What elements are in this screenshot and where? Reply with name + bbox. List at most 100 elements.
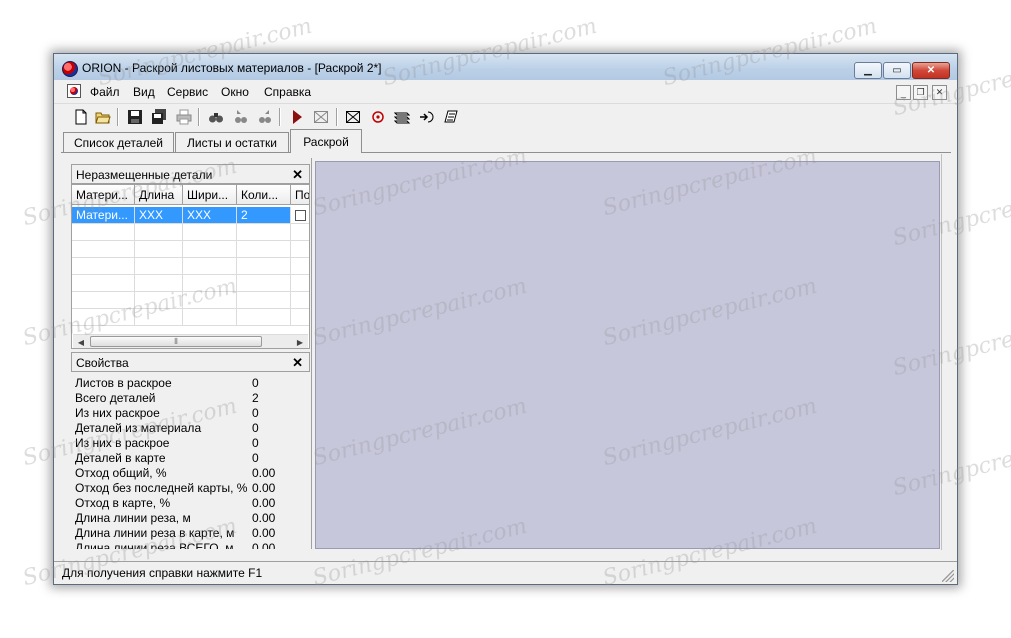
properties-title: Свойства — [76, 356, 129, 370]
property-value: 2 — [252, 391, 259, 405]
property-label: Всего деталей — [75, 391, 156, 405]
status-text: Для получения справки нажмите F1 — [62, 566, 263, 580]
menu-window[interactable]: Окно — [221, 85, 249, 99]
stop-box-icon[interactable] — [344, 108, 362, 126]
layers-icon[interactable] — [393, 108, 411, 126]
property-value: 0.00 — [252, 466, 276, 480]
column-header-rotate[interactable]: По — [291, 185, 309, 205]
property-label: Деталей в карте — [75, 451, 166, 465]
close-icon: ✕ — [935, 87, 944, 97]
cell-width[interactable]: XXX — [183, 207, 237, 224]
restore-icon: ❐ — [916, 87, 925, 97]
find-next-icon[interactable] — [256, 108, 274, 126]
property-value: 0 — [252, 376, 259, 390]
export-icon[interactable] — [417, 108, 435, 126]
close-icon[interactable]: ✕ — [292, 355, 303, 371]
table-row — [72, 309, 309, 326]
property-value: 0 — [252, 451, 259, 465]
app-window: ORION - Раскрой листовых материалов - [Р… — [53, 53, 958, 585]
print-icon[interactable] — [175, 108, 193, 126]
property-row: Отход в карте, % 0.00 — [75, 496, 310, 511]
table-header: Матери... Длина Шири... Коли... По — [72, 185, 309, 205]
minimize-icon: _ — [900, 87, 906, 98]
title-bar[interactable]: ORION - Раскрой листовых материалов - [Р… — [54, 54, 957, 80]
mdi-restore-button[interactable]: ❐ — [913, 85, 928, 100]
close-icon[interactable]: ✕ — [292, 167, 303, 183]
close-button[interactable]: ✕ — [912, 62, 950, 79]
minimize-button[interactable]: ▁ — [854, 62, 882, 79]
cell-rotate[interactable] — [291, 207, 309, 224]
find-prev-icon[interactable] — [232, 108, 250, 126]
property-value: 0.00 — [252, 541, 276, 549]
window-title: ORION - Раскрой листовых материалов - [Р… — [82, 61, 382, 75]
property-row: Длина линии реза в карте, м 0.00 — [75, 526, 310, 541]
maximize-button[interactable]: ▭ — [883, 62, 911, 79]
tab-cutting[interactable]: Раскрой — [290, 129, 362, 153]
menu-file[interactable]: Файл — [90, 85, 120, 99]
target-icon[interactable] — [369, 108, 387, 126]
column-header-length[interactable]: Длина — [135, 185, 183, 205]
find-icon[interactable] — [207, 108, 225, 126]
open-icon[interactable] — [94, 108, 112, 126]
scroll-left-icon[interactable]: ◀ — [75, 336, 87, 348]
menu-service[interactable]: Сервис — [167, 85, 208, 99]
table-row[interactable]: Матери... XXX XXX 2 — [72, 207, 309, 224]
restore-icon: ▭ — [892, 65, 902, 76]
save-all-icon[interactable] — [150, 108, 168, 126]
app-logo-icon — [62, 61, 78, 77]
scrollbar-thumb[interactable]: ⦀ — [90, 336, 262, 347]
property-label: Листов в раскрое — [75, 376, 172, 390]
scroll-right-icon[interactable]: ▶ — [294, 336, 306, 348]
toolbar — [54, 103, 957, 129]
property-row: Из них в раскрое 0 — [75, 436, 310, 451]
unplaced-parts-header: Неразмещенные детали ✕ — [71, 164, 310, 184]
property-value: 0.00 — [252, 511, 276, 525]
unplaced-parts-title: Неразмещенные детали — [76, 168, 213, 182]
run-icon[interactable] — [288, 108, 306, 126]
property-value: 0 — [252, 421, 259, 435]
property-value: 0 — [252, 406, 259, 420]
rotate-checkbox[interactable] — [295, 210, 306, 221]
column-header-material[interactable]: Матери... — [72, 185, 135, 205]
new-icon[interactable] — [72, 108, 90, 126]
mdi-close-button[interactable]: ✕ — [932, 85, 947, 100]
stack-icon[interactable] — [442, 108, 460, 126]
property-row: Длина линии реза ВСЕГО, м 0.00 — [75, 541, 310, 549]
close-icon: ✕ — [926, 65, 936, 76]
column-header-width[interactable]: Шири... — [183, 185, 237, 205]
resize-grip-icon[interactable] — [942, 570, 954, 582]
toolbar-separator — [117, 108, 119, 126]
table-row — [72, 275, 309, 292]
table-row — [72, 292, 309, 309]
unplaced-parts-table: Матери... Длина Шири... Коли... По Матер… — [71, 184, 310, 349]
cell-quantity[interactable]: 2 — [237, 207, 291, 224]
minimize-icon: ▁ — [864, 65, 872, 76]
property-label: Отход без последней карты, % — [75, 481, 248, 495]
table-row — [72, 258, 309, 275]
property-row: Листов в раскрое 0 — [75, 376, 310, 391]
column-header-quantity[interactable]: Коли... — [237, 185, 291, 205]
clear-icon[interactable] — [312, 108, 330, 126]
property-row: Отход без последней карты, % 0.00 — [75, 481, 310, 496]
save-icon[interactable] — [126, 108, 144, 126]
property-row: Из них раскрое 0 — [75, 406, 310, 421]
property-label: Из них раскрое — [75, 406, 160, 420]
tab-sheets-remnants[interactable]: Листы и остатки — [175, 132, 289, 152]
menu-help[interactable]: Справка — [264, 85, 311, 99]
tab-parts-list[interactable]: Список деталей — [63, 132, 174, 152]
menu-view[interactable]: Вид — [133, 85, 155, 99]
toolbar-separator — [279, 108, 281, 126]
property-label: Длина линии реза, м — [75, 511, 191, 525]
tab-strip-line — [61, 152, 951, 153]
document-icon[interactable] — [67, 84, 81, 98]
horizontal-scrollbar[interactable]: ◀ ⦀ ▶ — [73, 334, 308, 348]
table-row — [72, 224, 309, 241]
cell-length[interactable]: XXX — [135, 207, 183, 224]
table-row — [72, 241, 309, 258]
toolbar-separator — [336, 108, 338, 126]
property-value: 0.00 — [252, 496, 276, 510]
cell-material[interactable]: Матери... — [72, 207, 135, 224]
cutting-layout-canvas[interactable] — [315, 161, 940, 549]
mdi-minimize-button[interactable]: _ — [896, 85, 911, 100]
canvas-right-border — [941, 154, 948, 550]
